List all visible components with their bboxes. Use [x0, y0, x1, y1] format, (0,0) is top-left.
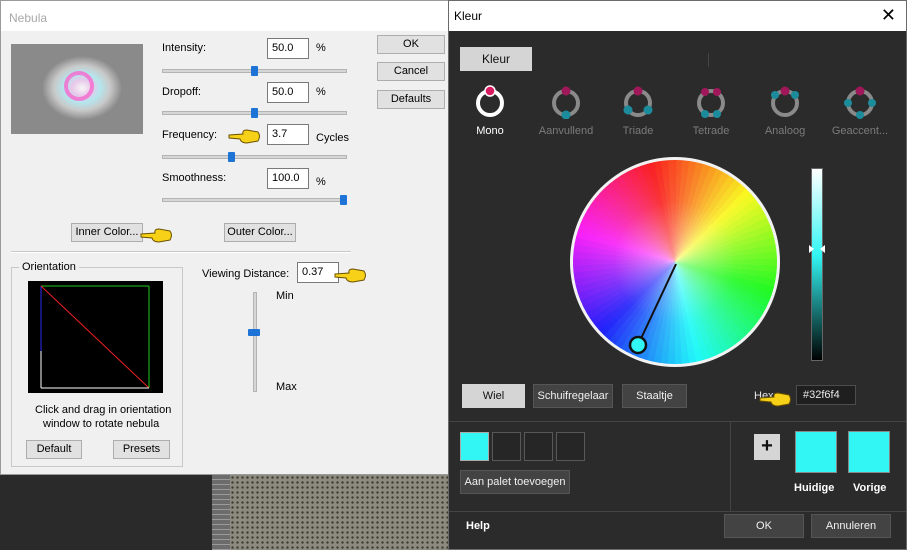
orientation-hint-line2: window to rotate nebula: [43, 418, 160, 430]
inner-color-button[interactable]: Inner Color...: [71, 223, 143, 242]
color-wheel[interactable]: [569, 156, 781, 368]
ok-button[interactable]: OK: [724, 514, 804, 538]
orientation-hint-line1: Click and drag in orientation: [35, 404, 172, 416]
hex-input[interactable]: #32f6f4: [796, 385, 856, 405]
dropoff-label: Dropoff:: [162, 86, 201, 98]
nebula-preview: [11, 44, 143, 134]
min-label: Min: [276, 290, 294, 302]
smoothness-unit: %: [316, 176, 326, 188]
pointing-hand-icon: [759, 392, 791, 407]
dropoff-slider-thumb[interactable]: [251, 108, 258, 118]
outer-color-button[interactable]: Outer Color...: [224, 223, 296, 242]
current-color-swatch[interactable]: [795, 431, 837, 473]
help-link[interactable]: Help: [466, 520, 490, 532]
palette-swatch[interactable]: [460, 432, 489, 461]
frequency-input[interactable]: 3.7: [267, 124, 309, 145]
dropoff-unit: %: [316, 86, 326, 98]
orientation-group-label: Orientation: [19, 261, 79, 273]
brightness-slider[interactable]: [811, 168, 823, 361]
pointing-hand-icon: [140, 228, 172, 243]
tab-kleur[interactable]: Kleur: [460, 47, 532, 71]
cancel-button[interactable]: Annuleren: [811, 514, 891, 538]
harmony-label: Tetrade: [692, 125, 730, 137]
nebula-titlebar[interactable]: Nebula: [1, 1, 449, 31]
frequency-unit: Cycles: [316, 132, 350, 144]
close-icon[interactable]: ✕: [881, 5, 896, 25]
smoothness-label: Smoothness:: [162, 172, 227, 184]
intensity-unit: %: [316, 42, 326, 54]
harmony-analoog[interactable]: Analoog: [748, 85, 822, 145]
intensity-slider-thumb[interactable]: [251, 66, 258, 76]
kleur-title: Kleur: [454, 9, 483, 23]
divider: [11, 251, 351, 253]
analogous-icon: [771, 86, 799, 117]
accented-icon: [844, 86, 876, 119]
intensity-label: Intensity:: [162, 42, 207, 54]
palette-swatch-empty[interactable]: [556, 432, 585, 461]
mode-schuifregelaar-button[interactable]: Schuifregelaar: [533, 384, 613, 408]
viewing-distance-slider-thumb[interactable]: [248, 329, 260, 336]
harmony-geaccentueerd[interactable]: Geaccent...: [823, 85, 897, 145]
nebula-dialog: Nebula Intensity: 50.0 % Dropoff: 50.0 %…: [0, 0, 450, 475]
palette-swatch-empty[interactable]: [524, 432, 553, 461]
harmony-label: Triade: [622, 125, 654, 137]
viewing-distance-slider-track[interactable]: [253, 292, 257, 392]
harmony-label: Aanvullend: [538, 125, 594, 137]
background-workspace: [0, 475, 450, 550]
harmony-label: Geaccent...: [831, 125, 889, 137]
triad-icon: [623, 86, 653, 117]
pointing-hand-icon: [334, 268, 366, 283]
wheel-handle[interactable]: [628, 335, 648, 355]
harmony-label: Analoog: [764, 125, 806, 137]
harmony-mono[interactable]: Mono: [453, 85, 527, 145]
intensity-input[interactable]: 50.0: [267, 38, 309, 59]
nebula-title: Nebula: [9, 11, 48, 25]
complementary-icon: [552, 86, 580, 119]
kleur-titlebar[interactable]: Kleur ✕: [449, 1, 906, 31]
frequency-label: Frequency:: [162, 129, 218, 141]
add-icon[interactable]: +: [754, 434, 780, 460]
harmony-aanvullend[interactable]: Aanvullend: [529, 85, 603, 145]
brightness-slider-thumb[interactable]: [809, 244, 825, 253]
previous-color-swatch[interactable]: [848, 431, 890, 473]
divider: [708, 53, 709, 67]
mode-staaltje-button[interactable]: Staaltje: [622, 384, 687, 408]
default-orientation-button[interactable]: Default: [26, 440, 82, 459]
dropoff-input[interactable]: 50.0: [267, 82, 309, 103]
mono-icon: [476, 85, 504, 117]
frequency-slider-thumb[interactable]: [227, 152, 235, 162]
ruler: [212, 475, 230, 550]
harmony-triade[interactable]: Triade: [601, 85, 675, 145]
divider: [730, 421, 731, 511]
cancel-button[interactable]: Cancel: [377, 62, 445, 81]
viewing-distance-label: Viewing Distance:: [202, 268, 290, 280]
ok-button[interactable]: OK: [377, 35, 445, 54]
pointing-hand-icon: [228, 129, 260, 144]
tetrad-icon: [697, 88, 725, 118]
mode-wiel-button[interactable]: Wiel: [462, 384, 525, 408]
smoothness-slider-track[interactable]: [162, 198, 347, 202]
smoothness-slider-thumb[interactable]: [340, 195, 347, 205]
add-to-palette-button[interactable]: Aan palet toevoegen: [460, 470, 570, 494]
frequency-slider-track[interactable]: [162, 155, 347, 159]
palette-swatch-empty[interactable]: [492, 432, 521, 461]
divider: [449, 421, 906, 422]
orientation-window[interactable]: [28, 281, 163, 393]
harmony-label: Mono: [476, 125, 504, 137]
smoothness-input[interactable]: 100.0: [267, 168, 309, 189]
previous-color-label: Vorige: [853, 482, 887, 494]
current-color-label: Huidige: [794, 482, 835, 494]
max-label: Max: [276, 381, 297, 393]
pattern-canvas: [230, 475, 450, 550]
harmony-tetrade[interactable]: Tetrade: [674, 85, 748, 145]
presets-button[interactable]: Presets: [113, 440, 170, 459]
divider: [449, 511, 906, 512]
kleur-dialog: Kleur ✕ Kleur Mono Aanvullend Triade Tet…: [448, 0, 907, 550]
defaults-button[interactable]: Defaults: [377, 90, 445, 109]
